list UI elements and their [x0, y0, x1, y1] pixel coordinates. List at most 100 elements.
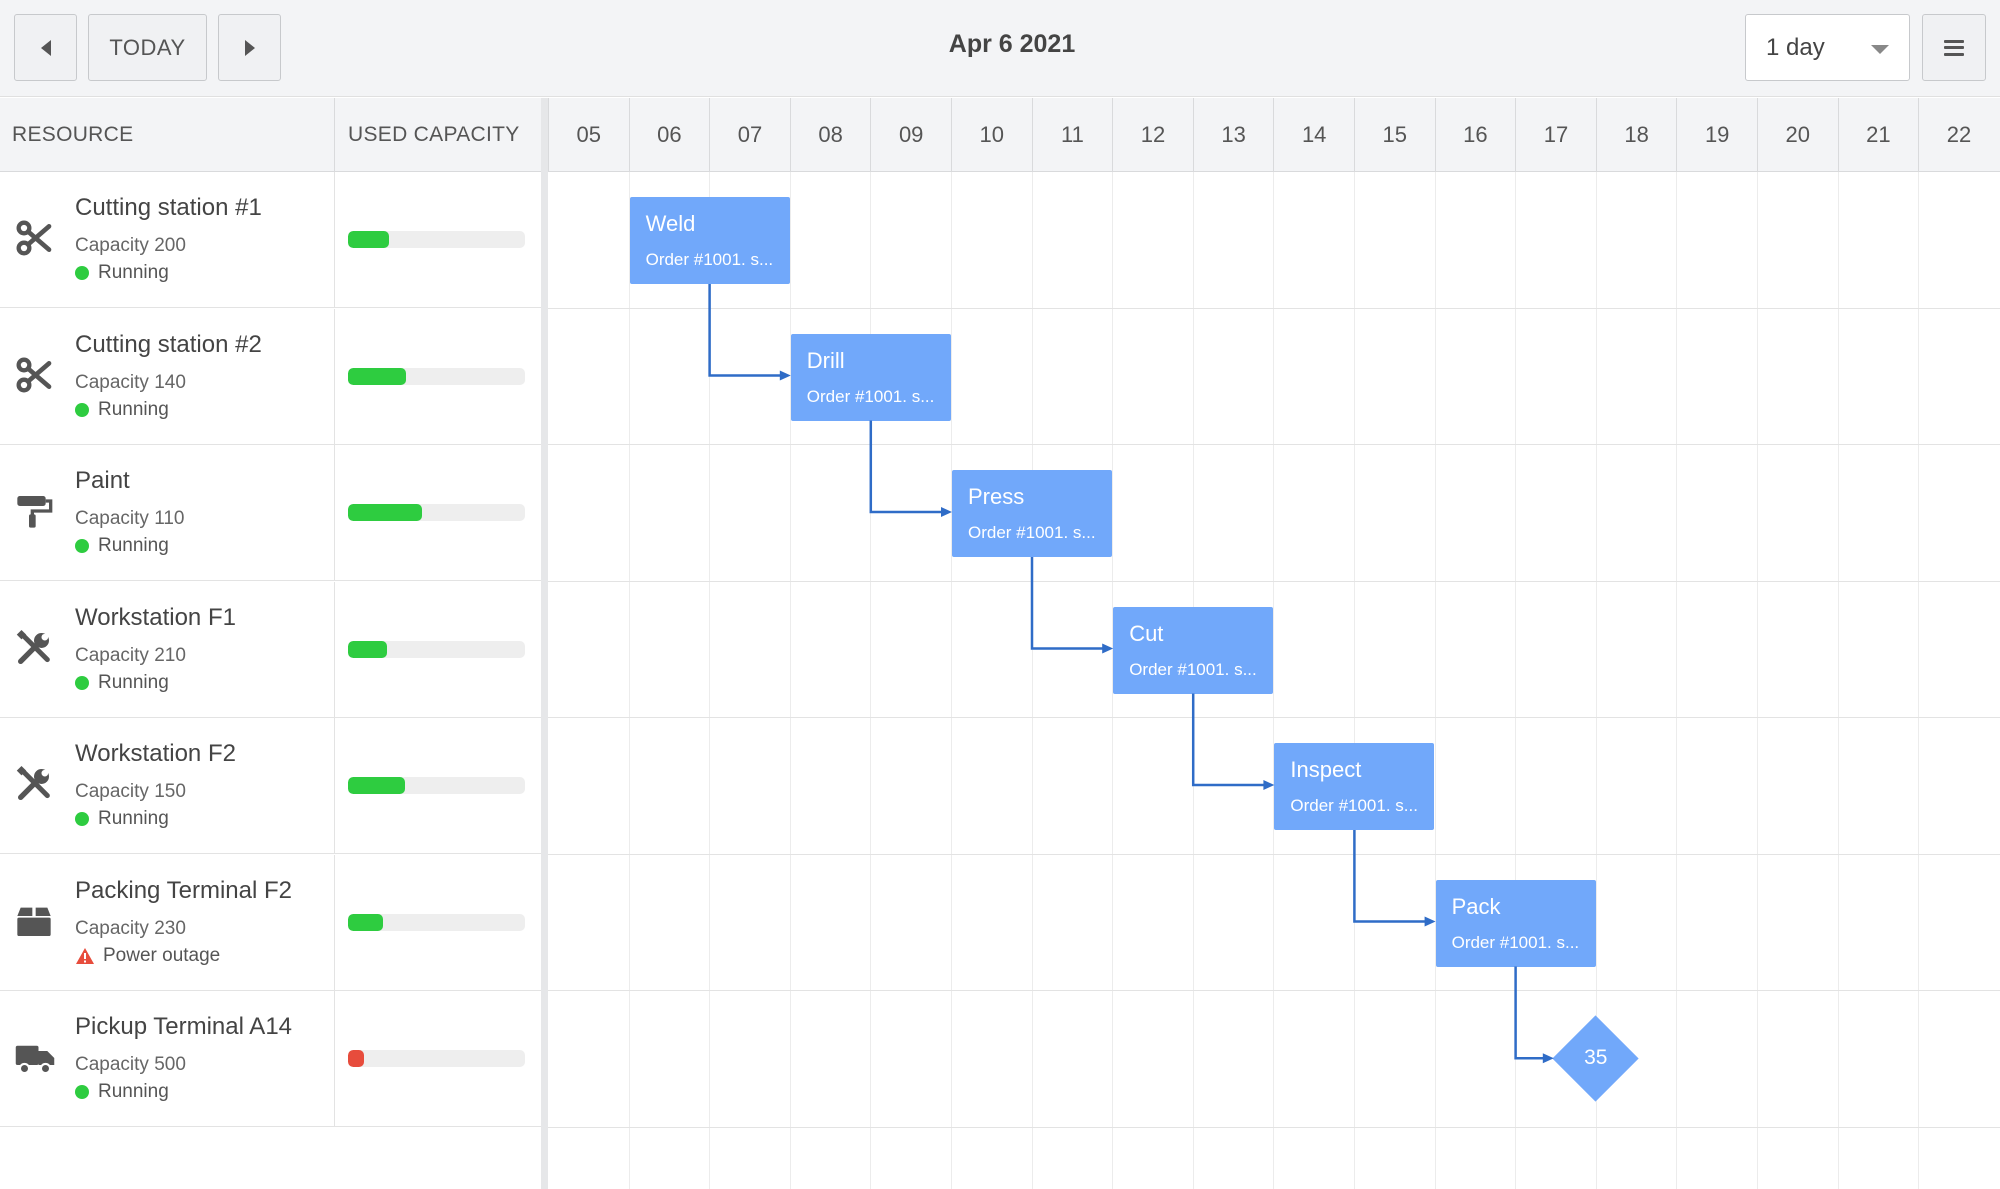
resource-capacity: Capacity 210: [75, 644, 186, 666]
resource-row[interactable]: Pickup Terminal A14 Capacity 500 Running: [0, 991, 541, 1127]
arrow-head-icon: [1263, 780, 1275, 790]
current-date-title: Apr 6 2021: [948, 30, 1076, 58]
resource-status: Running: [75, 399, 169, 421]
status-dot-icon: [75, 266, 89, 280]
dependency-lines: [708, 284, 1554, 1064]
dependency-line[interactable]: [1030, 557, 1105, 650]
resource-name: Cutting station #1: [75, 194, 262, 221]
timeline-tick: 12: [1112, 98, 1193, 172]
status-dot-icon: [75, 402, 89, 417]
timeline-tick: 15: [1354, 98, 1435, 172]
resource-name: Pickup Terminal A14: [75, 1013, 293, 1040]
dependency-line[interactable]: [1514, 966, 1545, 1060]
dependency-line[interactable]: [1191, 693, 1266, 787]
status-label: Power outage: [103, 944, 221, 966]
status-label: Running: [98, 535, 169, 556]
tools-icon: [14, 628, 60, 674]
arrow-head-icon: [941, 507, 952, 517]
toolbar: TODAY Apr 6 2021 1 day: [0, 0, 2000, 97]
capacity-bar: [348, 231, 525, 248]
resource-name: Workstation F2: [75, 740, 236, 767]
capacity-bar-fill: [348, 367, 407, 385]
timeline-tick: 13: [1192, 98, 1274, 172]
resource-grid: Cutting station #1 Capacity 200 Running Cut…: [0, 172, 541, 1189]
capacity-bar-fill: [348, 231, 389, 248]
resource-capacity: Capacity 200: [75, 235, 186, 256]
capacity-bar: [348, 504, 525, 521]
resource-name: Workstation F1: [75, 603, 236, 631]
resource-capacity: Capacity 140: [75, 371, 186, 393]
resource-status: Running: [75, 1081, 169, 1103]
resource-row[interactable]: Cutting station #2 Capacity 140 Running: [0, 308, 541, 445]
box-icon: [14, 901, 60, 947]
status-dot-icon: [75, 812, 89, 826]
timeline-tick: 09: [870, 98, 951, 172]
resource-capacity: Capacity 110: [75, 508, 185, 529]
resource-capacity: Capacity 230: [75, 917, 186, 939]
resource-name: Paint: [75, 467, 130, 494]
arrow-head-icon: [1542, 1053, 1554, 1064]
menu-button[interactable]: [1922, 14, 1986, 81]
capacity-bar: [348, 777, 525, 794]
chevron-down-icon: [1871, 45, 1889, 54]
capacity-bar-fill: [348, 777, 405, 794]
column-header-resource[interactable]: RESOURCE: [12, 98, 133, 172]
arrow-head-icon: [1424, 916, 1436, 927]
grid-header: RESOURCE USED CAPACITY 05 06 07 08 09 10 11 12 1…: [0, 98, 2000, 172]
resource-row[interactable]: Workstation F1 Capacity 210 Running: [0, 581, 541, 718]
timeline-tick: 16: [1434, 98, 1516, 172]
timeline-tick: 17: [1515, 98, 1596, 172]
capacity-bar: [348, 367, 525, 385]
resource-status: Running: [75, 808, 169, 830]
resource-name: Cutting station #2: [75, 330, 262, 358]
arrow-head-icon: [1102, 643, 1114, 654]
timeline-tick: 18: [1595, 98, 1677, 172]
timeline-tick: 10: [951, 98, 1032, 172]
timeline-tick: 08: [789, 98, 871, 172]
resource-status: Running: [75, 672, 169, 694]
status-dot-icon: [75, 1085, 89, 1099]
paint-roller-icon: [14, 491, 60, 537]
status-label: Running: [98, 398, 169, 420]
resource-row[interactable]: Paint Capacity 110 Running: [0, 445, 541, 581]
timeline-tick: 14: [1273, 98, 1354, 172]
dependency-line[interactable]: [708, 284, 782, 377]
hamburger-menu-icon: [1944, 39, 1964, 56]
capacity-bar-fill: [348, 1050, 364, 1067]
timeline-tick: 05: [548, 98, 629, 172]
resource-capacity: Capacity 500: [75, 1054, 186, 1075]
status-label: Running: [98, 808, 169, 829]
resource-status: Running: [75, 535, 169, 557]
column-header-used-capacity[interactable]: USED CAPACITY: [348, 98, 520, 172]
zoom-select-value: 1 day: [1766, 33, 1825, 61]
capacity-bar: [348, 1050, 525, 1067]
resource-row[interactable]: Workstation F2 Capacity 150 Running: [0, 718, 541, 854]
tools-icon: [14, 764, 60, 810]
timeline-tick: 19: [1676, 98, 1757, 172]
resource-name: Packing Terminal F2: [75, 876, 292, 904]
truck-icon: [14, 1037, 60, 1083]
timeline-tick: 06: [628, 98, 710, 172]
timeline-tick: 07: [709, 98, 790, 172]
capacity-bar-fill: [348, 640, 387, 658]
capacity-bar: [348, 913, 525, 931]
warning-icon: [76, 947, 94, 964]
panel-splitter[interactable]: [541, 98, 548, 1189]
dependency-line[interactable]: [869, 420, 943, 514]
zoom-select[interactable]: 1 day: [1745, 14, 1910, 81]
status-label: Running: [98, 1081, 169, 1102]
capacity-bar-fill: [348, 913, 384, 931]
capacity-bar: [348, 640, 525, 658]
timeline-tick: 20: [1757, 98, 1838, 172]
arrow-head-icon: [779, 370, 791, 381]
status-label: Running: [98, 262, 169, 283]
scissors-icon: [14, 355, 60, 401]
dependency-line[interactable]: [1353, 830, 1427, 923]
capacity-bar-fill: [348, 504, 423, 521]
status-dot-icon: [75, 539, 89, 553]
resource-capacity: Capacity 150: [75, 781, 186, 802]
resource-row[interactable]: Cutting station #1 Capacity 200 Running: [0, 172, 541, 308]
resource-status: Power outage: [75, 945, 220, 967]
timeline-tick: 22: [1918, 98, 1999, 172]
resource-row[interactable]: Packing Terminal F2 Capacity 230 Power out…: [0, 854, 541, 991]
